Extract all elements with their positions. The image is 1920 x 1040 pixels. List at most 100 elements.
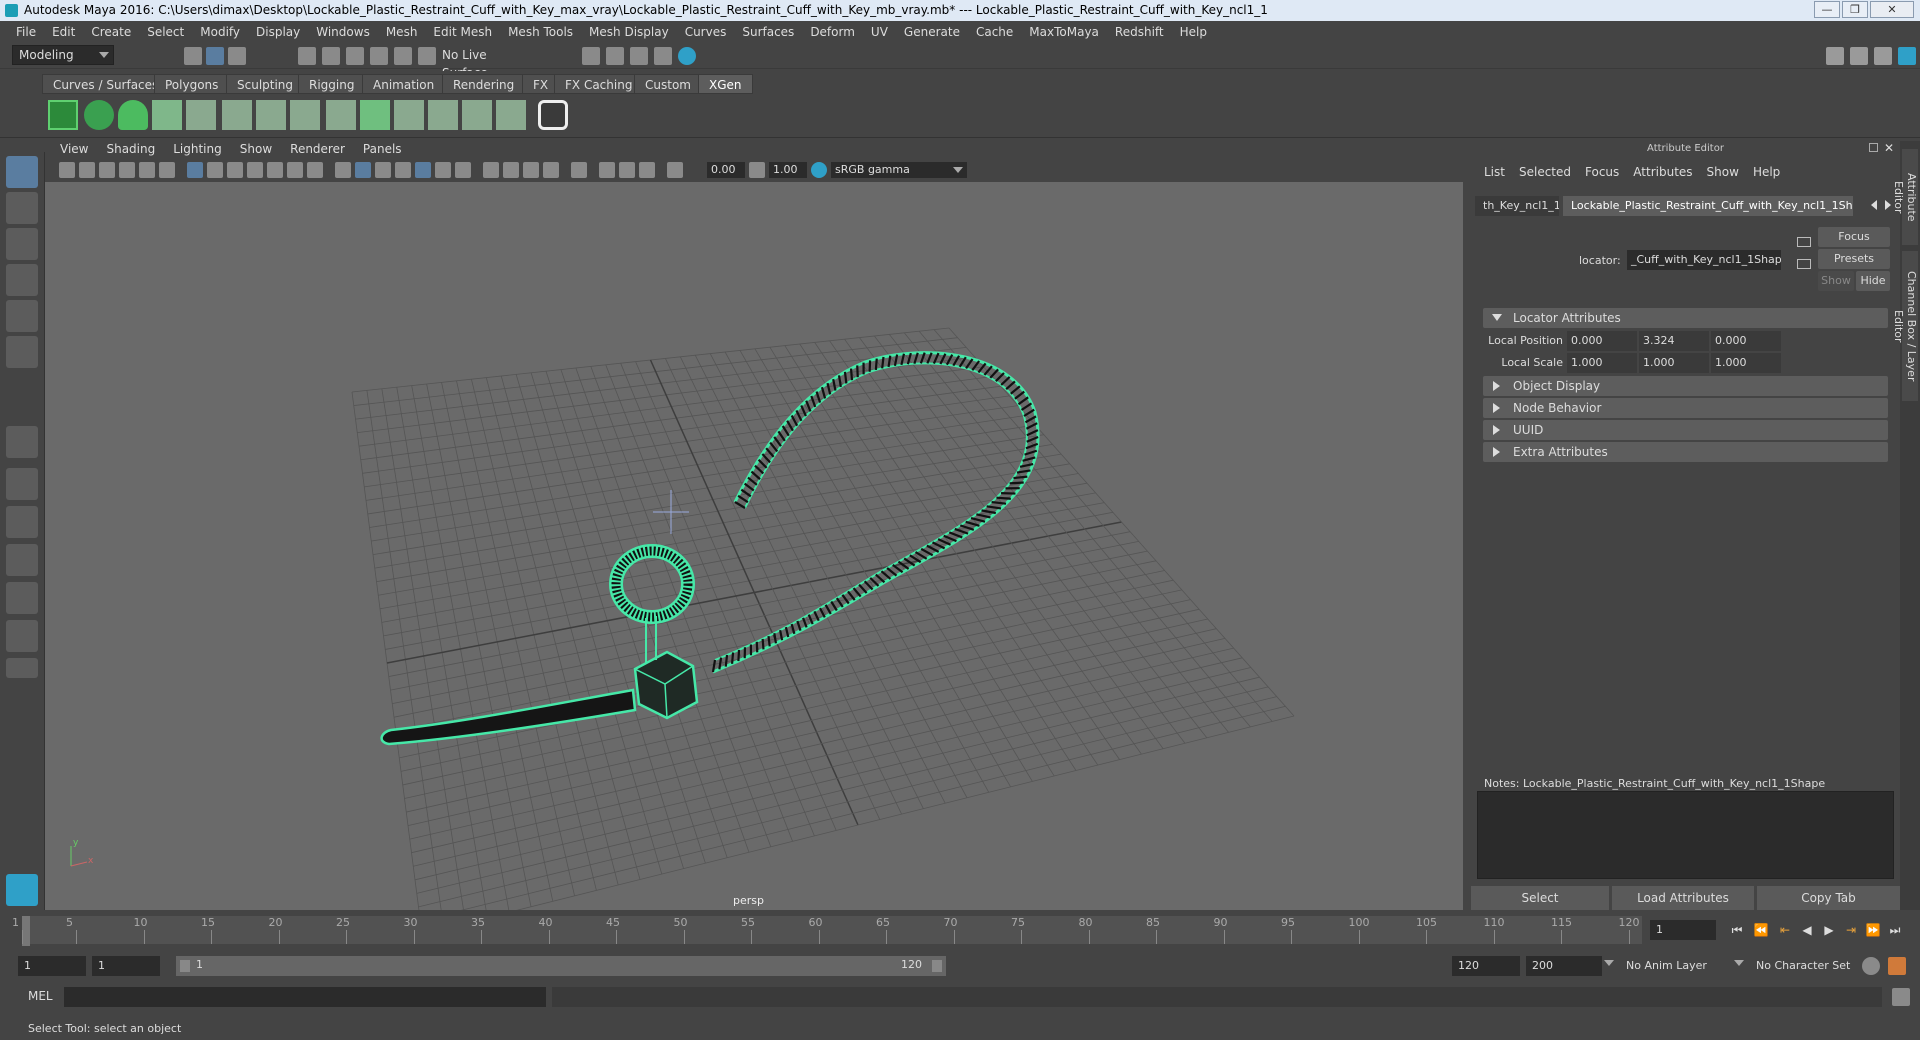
ae-menu-help[interactable]: Help: [1746, 163, 1787, 181]
grease-pencil-icon[interactable]: [159, 162, 175, 178]
copy-tab-button[interactable]: Copy Tab: [1757, 886, 1900, 910]
go-to-end-icon[interactable]: ⏭: [1886, 922, 1904, 938]
range-bar[interactable]: 1 120: [176, 956, 946, 976]
smooth-shade-icon[interactable]: [355, 162, 371, 178]
section-object-display[interactable]: Object Display: [1483, 376, 1888, 396]
current-time-indicator[interactable]: [22, 916, 30, 946]
xgen-hexagon-icon[interactable]: [538, 100, 568, 130]
tab-polygons[interactable]: Polygons: [154, 74, 230, 94]
step-back-key-icon[interactable]: ⏪: [1752, 922, 1770, 938]
anti-aliasing-icon[interactable]: [523, 162, 539, 178]
exposure-field[interactable]: 0.00: [707, 162, 745, 178]
xgen-layers-icon[interactable]: [360, 100, 390, 130]
current-frame-field[interactable]: 1: [1650, 920, 1716, 940]
range-handle-start[interactable]: [180, 960, 190, 972]
tab-scroll-right-icon[interactable]: [1885, 200, 1891, 210]
menu-curves[interactable]: Curves: [677, 25, 735, 39]
camera-attributes-icon[interactable]: [79, 162, 95, 178]
xgen-sculpt-guide-icon[interactable]: [222, 100, 252, 130]
section-locator-attributes[interactable]: Locator Attributes: [1483, 308, 1888, 328]
close-button[interactable]: ✕: [1870, 1, 1914, 18]
menu-mesh-display[interactable]: Mesh Display: [581, 25, 677, 39]
tab-rendering[interactable]: Rendering: [442, 74, 526, 94]
menu-maxtomaya[interactable]: MaxToMaya: [1021, 25, 1107, 39]
anim-layer-dropdown[interactable]: No Anim Layer: [1620, 956, 1740, 976]
snap-grid-icon[interactable]: [298, 47, 316, 65]
color-space-dropdown[interactable]: sRGB gamma: [831, 162, 967, 178]
xgen-editor-icon[interactable]: [48, 100, 78, 130]
tab-custom[interactable]: Custom: [634, 74, 702, 94]
four-pane-layout-icon[interactable]: [6, 468, 38, 500]
xgen-clumping-icon[interactable]: [428, 100, 458, 130]
show-button[interactable]: Show: [1818, 271, 1854, 291]
film-gate-icon[interactable]: [207, 162, 223, 178]
play-backward-icon[interactable]: ◀: [1798, 922, 1816, 938]
xgen-guide-length-icon[interactable]: [256, 100, 286, 130]
ae-menu-focus[interactable]: Focus: [1578, 163, 1626, 181]
motion-blur-icon[interactable]: [503, 162, 519, 178]
xgen-create-description-icon[interactable]: [118, 100, 148, 130]
3d-viewport[interactable]: persp y x: [45, 182, 1463, 910]
xgen-groom-icon[interactable]: [394, 100, 424, 130]
tool-settings-toggle-icon[interactable]: [1898, 47, 1916, 65]
tab-rigging[interactable]: Rigging: [298, 74, 366, 94]
scale-tool-icon[interactable]: [6, 336, 38, 368]
paint-select-tool-icon[interactable]: [6, 228, 38, 260]
vp-menu-show[interactable]: Show: [231, 141, 281, 158]
snap-view-plane-icon[interactable]: [370, 47, 388, 65]
shadows-icon[interactable]: [455, 162, 471, 178]
menu-uv[interactable]: UV: [863, 25, 896, 39]
grid-icon[interactable]: [187, 162, 203, 178]
two-pane-layout-icon[interactable]: [6, 506, 38, 538]
live-surface-field[interactable]: No Live Surface: [436, 46, 536, 80]
xgen-eye-icon[interactable]: [84, 100, 114, 130]
xgen-guides-icon[interactable]: [152, 100, 182, 130]
lights-icon[interactable]: [435, 162, 451, 178]
ambient-occlusion-icon[interactable]: [483, 162, 499, 178]
rotate-tool-icon[interactable]: [6, 300, 38, 332]
play-forward-icon[interactable]: ▶: [1820, 922, 1838, 938]
section-node-behavior[interactable]: Node Behavior: [1483, 398, 1888, 418]
range-handle-end[interactable]: [932, 960, 942, 972]
menu-modify[interactable]: Modify: [192, 25, 248, 39]
animation-preferences-icon[interactable]: [1888, 957, 1906, 975]
image-plane-icon[interactable]: [119, 162, 135, 178]
select-by-hierarchy-icon[interactable]: [184, 47, 202, 65]
menu-mesh[interactable]: Mesh: [378, 25, 426, 39]
hide-button[interactable]: Hide: [1856, 271, 1890, 291]
exposure-icon[interactable]: [667, 162, 683, 178]
backface-culling-icon[interactable]: [639, 162, 655, 178]
color-management-icon[interactable]: [811, 162, 827, 178]
move-tool-icon[interactable]: [6, 264, 38, 296]
xgen-delete-icon[interactable]: [496, 100, 526, 130]
select-tool-icon[interactable]: [6, 156, 38, 188]
tab-xgen[interactable]: XGen: [698, 74, 753, 94]
chevron-down-icon[interactable]: [1604, 960, 1614, 966]
select-by-component-icon[interactable]: [228, 47, 246, 65]
single-layout-icon[interactable]: [6, 426, 38, 458]
ae-menu-selected[interactable]: Selected: [1512, 163, 1578, 181]
local-scale-y[interactable]: 1.000: [1639, 353, 1709, 373]
playback-start-field[interactable]: 1: [92, 956, 160, 976]
menu-redshift[interactable]: Redshift: [1107, 25, 1172, 39]
character-set-dropdown[interactable]: No Character Set: [1750, 956, 1860, 976]
gate-mask-icon[interactable]: [247, 162, 263, 178]
notes-textarea[interactable]: [1477, 791, 1894, 879]
safe-action-icon[interactable]: [287, 162, 303, 178]
local-scale-z[interactable]: 1.000: [1711, 353, 1781, 373]
xray-active-icon[interactable]: [619, 162, 635, 178]
xray-joints-icon[interactable]: [599, 162, 615, 178]
magnet-icon[interactable]: [418, 47, 436, 65]
playback-end-field[interactable]: 120: [1452, 956, 1520, 976]
vp-menu-lighting[interactable]: Lighting: [164, 141, 231, 158]
local-position-z[interactable]: 0.000: [1711, 331, 1781, 351]
ae-menu-show[interactable]: Show: [1700, 163, 1746, 181]
gamma-icon[interactable]: [749, 162, 765, 178]
animation-end-field[interactable]: 200: [1526, 956, 1602, 976]
maximize-button[interactable]: ❐: [1842, 1, 1868, 18]
select-button[interactable]: Select: [1471, 886, 1609, 910]
menu-deform[interactable]: Deform: [802, 25, 863, 39]
render-frame-icon[interactable]: [606, 47, 624, 65]
menu-mesh-tools[interactable]: Mesh Tools: [500, 25, 581, 39]
menu-file[interactable]: File: [8, 25, 44, 39]
